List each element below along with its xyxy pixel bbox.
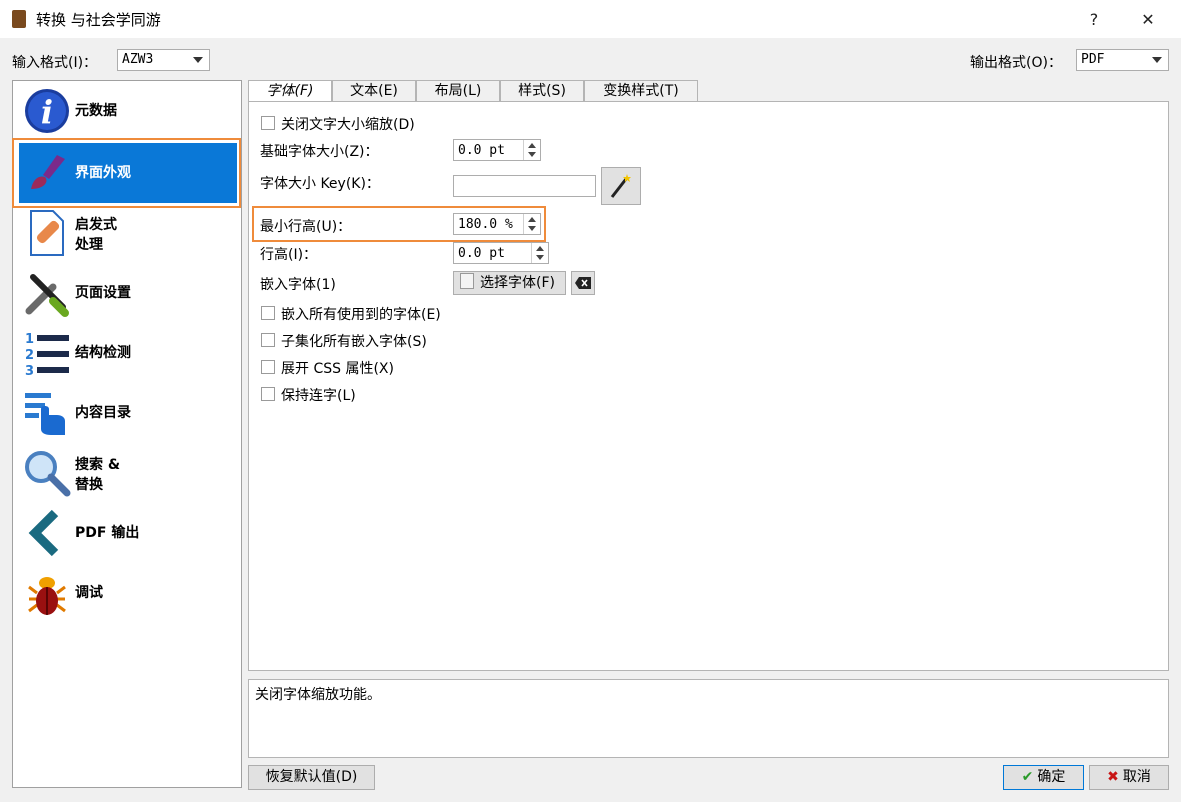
line-height-label: 行高(I)： <box>260 247 318 263</box>
font-settings-panel: 关闭文字大小缩放(D) 基础字体大小(Z)： 0.0 pt 字体大小 Key(K… <box>248 101 1169 671</box>
sidebar-item-label: 元数据 <box>75 103 117 119</box>
input-format-value: AZW3 <box>122 52 154 67</box>
info-icon: i <box>25 89 69 133</box>
expand-css-label: 展开 CSS 属性(X) <box>281 361 394 377</box>
sidebar-item-label: PDF 输出 <box>75 525 140 541</box>
svg-text:1: 1 <box>25 332 34 347</box>
tab-transform-styles[interactable]: 变换样式(T) <box>584 80 698 102</box>
font-file-icon <box>460 273 474 289</box>
restore-defaults-button[interactable]: 恢复默认值(D) <box>248 765 375 790</box>
tab-styles[interactable]: 样式(S) <box>500 80 584 102</box>
choose-font-button[interactable]: 选择字体(F) <box>453 271 566 295</box>
svg-text:3: 3 <box>25 364 34 377</box>
sidebar-item-structure-detection[interactable]: 1 2 3 结构检测 <box>19 323 237 383</box>
input-format-select[interactable]: AZW3 <box>117 49 210 71</box>
spin-buttons[interactable] <box>523 140 540 160</box>
sidebar-item-toc[interactable]: 内容目录 <box>19 383 237 443</box>
line-height-value: 0.0 pt <box>458 246 505 261</box>
tab-text[interactable]: 文本(E) <box>332 80 416 102</box>
close-button[interactable]: ✕ <box>1125 0 1171 38</box>
sidebar-selection-highlight <box>12 138 241 208</box>
sidebar-item-label: 启发式 处理 <box>75 217 117 253</box>
sidebar-item-metadata[interactable]: i 元数据 <box>19 81 237 141</box>
x-icon: ✖ <box>1107 769 1119 785</box>
sidebar-item-label: 页面设置 <box>75 285 131 301</box>
choose-font-label: 选择字体(F) <box>480 275 555 291</box>
sidebar-item-debug[interactable]: 调试 <box>19 563 237 623</box>
arrow-up-icon <box>528 143 536 148</box>
base-font-size-label: 基础字体大小(Z)： <box>260 144 379 160</box>
sidebar-item-pdf-output[interactable]: PDF 输出 <box>19 503 237 563</box>
sidebar-item-label: 调试 <box>75 585 103 601</box>
checkmark-icon: ✔ <box>1021 769 1034 785</box>
cancel-button[interactable]: ✖ 取消 <box>1089 765 1169 790</box>
svg-text:2: 2 <box>25 348 34 363</box>
magnifier-icon <box>25 451 71 497</box>
arrow-down-icon <box>528 152 536 157</box>
bug-icon <box>28 577 66 615</box>
arrow-up-icon <box>536 246 544 251</box>
sidebar-item-label: 内容目录 <box>75 405 131 421</box>
wrench-screwdriver-icon <box>25 274 69 317</box>
chevron-down-icon <box>1152 57 1162 63</box>
chevron-left-icon <box>28 509 59 557</box>
expand-css-checkbox[interactable] <box>261 360 275 374</box>
tab-font[interactable]: 字体(F) <box>248 80 332 103</box>
option-description: 关闭字体缩放功能。 <box>248 679 1169 758</box>
output-format-select[interactable]: PDF <box>1076 49 1169 71</box>
keep-ligatures-label: 保持连字(L) <box>281 388 356 404</box>
line-height-spinbox[interactable]: 0.0 pt <box>453 242 549 264</box>
sidebar-item-search-replace[interactable]: 搜索 & 替换 <box>19 443 237 503</box>
input-format-label: 输入格式(I)： <box>12 55 98 71</box>
chevron-down-icon <box>193 57 203 63</box>
magic-wand-icon <box>610 174 631 198</box>
arrow-down-icon <box>536 255 544 260</box>
window-title: 转换 与社会学同游 <box>36 11 161 29</box>
sidebar-item-label: 结构检测 <box>75 345 131 361</box>
subset-fonts-label: 子集化所有嵌入字体(S) <box>281 334 427 350</box>
sidebar-item-label: 搜索 & 替换 <box>75 457 121 493</box>
min-line-height-highlight <box>252 206 546 242</box>
font-size-key-input[interactable] <box>453 175 596 197</box>
sidebar-item-page-setup[interactable]: 页面设置 <box>19 263 237 323</box>
base-font-size-value: 0.0 pt <box>458 143 505 158</box>
ok-label: 确定 <box>1037 769 1066 785</box>
embed-all-fonts-label: 嵌入所有使用到的字体(E) <box>281 307 441 323</box>
output-format-label: 输出格式(O)： <box>970 55 1062 71</box>
numbered-list-icon: 1 2 3 <box>25 332 69 377</box>
clear-font-button[interactable] <box>571 271 595 295</box>
font-key-wizard-button[interactable] <box>601 167 641 205</box>
base-font-size-spinbox[interactable]: 0.0 pt <box>453 139 541 161</box>
spin-buttons[interactable] <box>531 243 548 263</box>
toc-pointer-icon <box>25 393 65 435</box>
tab-layout[interactable]: 布局(L) <box>416 80 500 102</box>
disable-font-scaling-label: 关闭文字大小缩放(D) <box>281 117 415 133</box>
subset-fonts-checkbox[interactable] <box>261 333 275 347</box>
app-icon <box>12 10 26 28</box>
disable-font-scaling-checkbox[interactable] <box>261 116 275 130</box>
svg-text:i: i <box>41 93 53 131</box>
embed-all-fonts-checkbox[interactable] <box>261 306 275 320</box>
font-size-key-label: 字体大小 Key(K)： <box>260 176 380 192</box>
sidebar-item-heuristics[interactable]: 启发式 处理 <box>19 203 237 263</box>
output-format-value: PDF <box>1081 52 1105 67</box>
backspace-clear-icon <box>575 277 591 289</box>
keep-ligatures-checkbox[interactable] <box>261 387 275 401</box>
title-bar: 转换 与社会学同游 ? ✕ <box>0 0 1181 38</box>
embed-font-label: 嵌入字体(1) <box>260 277 336 293</box>
bandage-icon <box>30 210 64 256</box>
ok-button[interactable]: ✔ 确定 <box>1003 765 1084 790</box>
help-button[interactable]: ? <box>1071 0 1117 38</box>
cancel-label: 取消 <box>1122 769 1151 785</box>
